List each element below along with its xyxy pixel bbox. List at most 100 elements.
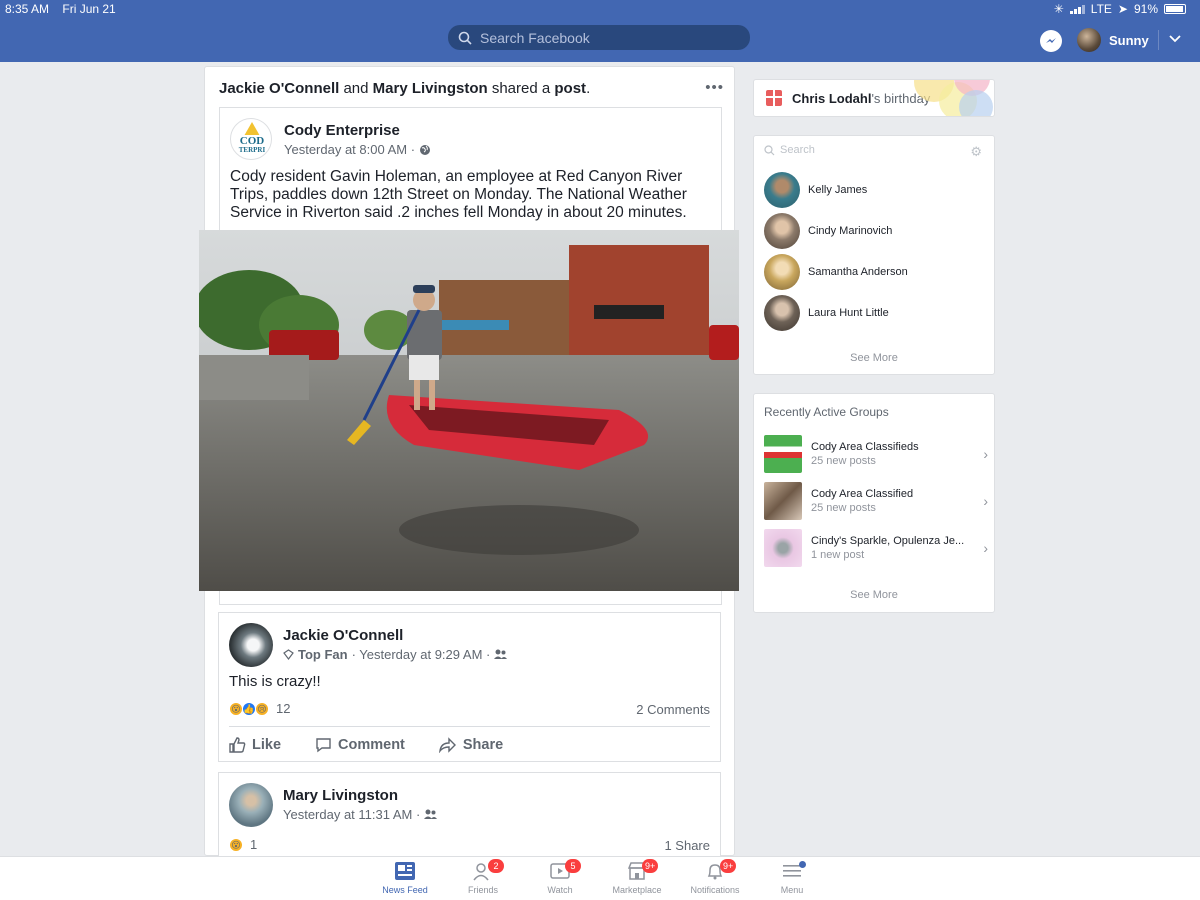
share-button[interactable]: Share [438,737,503,753]
comment-card: Jackie O'Connell Top Fan · Yesterday at … [218,612,721,762]
groups-see-more-link[interactable]: See More [754,589,994,601]
comment-meta: Yesterday at 11:31 AM · [283,807,438,822]
marketplace-badge: 9+ [642,859,659,873]
header-divider [1158,30,1159,50]
share-header: Jackie O'Connell and Mary Livingston sha… [219,80,590,97]
wow-reaction-icon: 😮 [229,837,243,852]
tab-news-feed[interactable]: News Feed [370,861,440,895]
gift-icon [766,90,782,106]
page-name-link[interactable]: Cody Enterprise [284,122,400,139]
share-text: and [339,80,373,97]
comment-timestamp[interactable]: Yesterday at 11:31 AM · [283,807,420,822]
group-item[interactable]: Cindy's Sparkle, Opulenza Je... 1 new po… [764,528,988,568]
tab-menu[interactable]: Menu [757,861,827,895]
group-item[interactable]: Cody Area Classified 25 new posts › [764,481,988,521]
avatar[interactable] [229,783,273,827]
battery-icon [1164,4,1186,14]
tab-friends[interactable]: 2 Friends [448,859,518,895]
gear-icon[interactable]: ⚙ [970,144,982,160]
group-name: Cody Area Classified [811,488,914,500]
contact-name: Laura Hunt Little [808,307,889,319]
bell-icon: 9+ [680,859,750,883]
top-fan-badge: Top Fan [298,647,348,662]
commenter-name-link[interactable]: Mary Livingston [283,787,398,804]
group-info: Cody Area Classified 25 new posts [811,488,979,514]
group-thumbnail [764,482,802,520]
group-info: Cody Area Classifieds 25 new posts [811,441,979,467]
shares-count-link[interactable]: 1 Share [664,838,710,853]
avatar [1077,28,1101,52]
comment-icon [316,737,331,752]
location-icon: ➤ [1117,2,1128,16]
page-logo[interactable]: COD TERPRI [230,118,272,160]
contact-name: Kelly James [808,184,868,196]
tab-label: News Feed [382,885,428,895]
tab-label: Menu [780,885,804,895]
search-bar[interactable] [448,25,750,50]
group-info: Cindy's Sparkle, Opulenza Je... 1 new po… [811,535,979,561]
like-label: Like [252,736,282,753]
search-input[interactable] [480,29,730,46]
birthday-card[interactable]: Chris Lodahl's birthday [753,79,995,117]
comments-count-link[interactable]: 2 Comments [636,702,710,717]
profile-link[interactable]: Sunny [1077,28,1149,52]
group-name: Cindy's Sparkle, Opulenza Je... [811,535,965,547]
sharer-link[interactable]: Mary Livingston [373,80,488,97]
post-timestamp[interactable]: Yesterday at 8:00 AM · [284,142,415,157]
friends-icon [424,809,438,819]
recent-groups-card: Recently Active Groups Cody Area Classif… [753,393,995,613]
like-reaction-icon: 👍 [242,701,256,716]
contact-item[interactable]: Samantha Anderson [764,254,908,290]
post-text: Cody resident Gavin Holeman, an employee… [230,168,687,221]
search-icon [458,31,472,45]
groups-title: Recently Active Groups [764,405,889,419]
chat-see-more-link[interactable]: See More [754,352,994,364]
birthday-name[interactable]: Chris Lodahl [792,91,871,106]
chat-search[interactable] [764,144,960,156]
avatar [764,172,800,208]
group-thumbnail [764,529,802,567]
tab-watch[interactable]: 5 Watch [525,859,595,895]
watch-icon: 5 [525,859,595,883]
avatar[interactable] [229,623,273,667]
contact-name: Cindy Marinovich [808,225,893,237]
post-photo[interactable] [199,230,739,591]
friends-icon: 2 [448,859,518,883]
group-thumbnail [764,435,802,473]
comment-text: This is crazy!! [229,673,321,690]
status-clock: 8:35 AM [5,2,50,16]
commenter-name-link[interactable]: Jackie O'Connell [283,627,403,644]
messenger-button[interactable] [1040,30,1062,52]
search-icon [764,144,775,155]
tab-label: Friends [467,885,498,895]
contact-item[interactable]: Laura Hunt Little [764,295,889,331]
marketplace-icon: 9+ [602,859,672,883]
chevron-down-icon[interactable] [1168,32,1182,46]
post-link[interactable]: post [554,80,586,97]
more-options-button[interactable]: ••• [705,79,724,96]
chevron-right-icon: › [983,493,988,509]
tab-notifications[interactable]: 9+ Notifications [680,859,750,895]
comment-timestamp[interactable]: · Yesterday at 9:29 AM · [352,647,491,662]
chat-search-input[interactable] [780,144,960,156]
avatar [764,295,800,331]
group-posts: 25 new posts [811,455,876,467]
reactions-summary[interactable]: 😮 1 [229,837,257,852]
contact-name: Samantha Anderson [808,266,908,278]
diamond-icon [283,649,294,660]
comment-button[interactable]: Comment [315,737,405,753]
news-feed-icon [370,861,440,883]
like-button[interactable]: Like [229,737,281,753]
chat-sidebar: ⚙ Kelly James Cindy Marinovich Samantha … [753,135,995,375]
tab-label: Notifications [690,885,740,895]
share-text: . [586,80,591,97]
reactions-summary[interactable]: 😮 👍 😢 12 [229,701,290,716]
contact-item[interactable]: Cindy Marinovich [764,213,892,249]
tab-marketplace[interactable]: 9+ Marketplace [602,859,672,895]
contact-item[interactable]: Kelly James [764,172,867,208]
avatar [764,254,800,290]
status-indicators: ✳ LTE ➤ 91% [1054,2,1186,16]
sharer-link[interactable]: Jackie O'Connell [219,80,339,97]
battery-percent: 91% [1133,2,1158,16]
group-item[interactable]: Cody Area Classifieds 25 new posts › [764,434,988,474]
